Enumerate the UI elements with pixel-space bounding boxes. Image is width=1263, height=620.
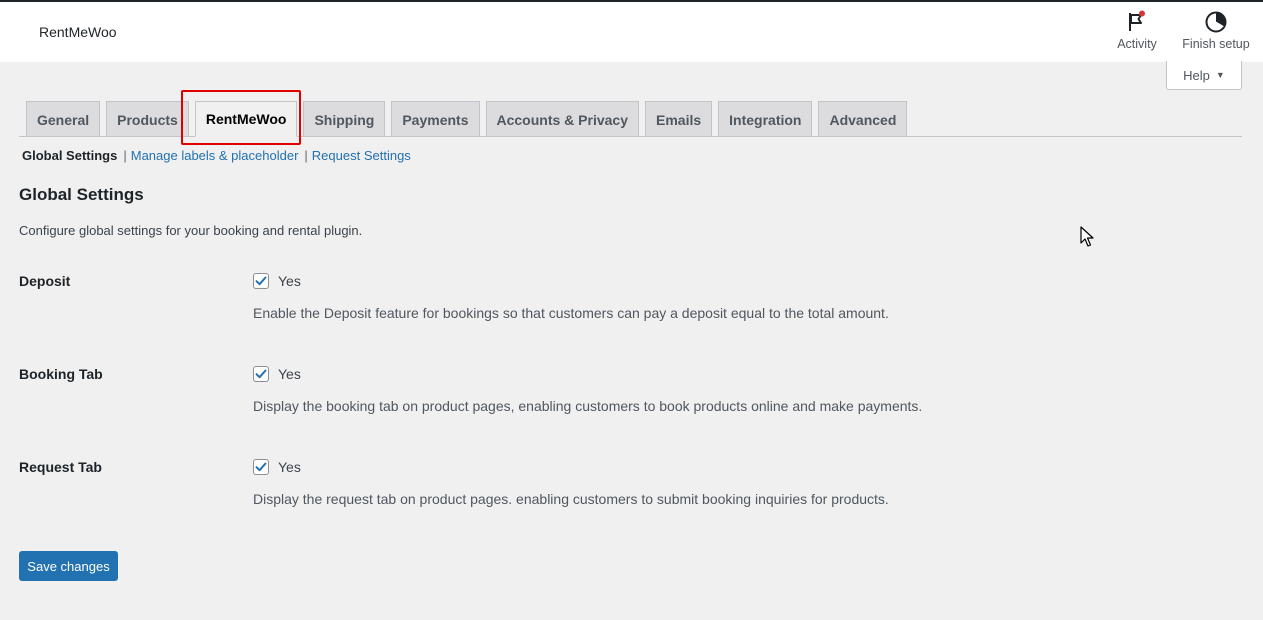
help-label: Help [1183,67,1210,83]
tab-products[interactable]: Products [106,101,189,137]
checkmark-icon [255,462,267,472]
tab-emails[interactable]: Emails [645,101,713,137]
caret-down-icon: ▼ [1215,70,1225,80]
subnav-link-request-settings[interactable]: Request Settings [312,148,411,163]
deposit-label: Deposit [19,273,71,289]
mouse-cursor-icon [1080,226,1094,247]
subnav-link-labels[interactable]: Manage labels & placeholder [131,148,299,163]
activity-label: Activity [1117,37,1157,51]
flag-icon [1129,10,1145,31]
tab-payments[interactable]: Payments [391,101,480,137]
app-title: RentMeWoo [39,24,117,40]
request-tab-checkbox-row: Yes [253,459,301,475]
deposit-description: Enable the Deposit feature for bookings … [253,305,889,321]
tab-general[interactable]: General [26,101,101,137]
request-tab-description: Display the request tab on product pages… [253,491,889,507]
save-changes-button[interactable]: Save changes [19,551,118,581]
section-title: Global Settings [19,185,144,204]
activity-button[interactable]: Activity [1110,10,1164,51]
tab-integration[interactable]: Integration [718,101,813,137]
booking-tab-label: Booking Tab [19,366,103,382]
sub-navigation: Global Settings | Manage labels & placeh… [22,148,411,163]
tab-accounts-privacy[interactable]: Accounts & Privacy [485,101,639,137]
settings-tabs: General Products RentMeWoo Shipping Paym… [26,101,913,137]
subnav-separator: | [123,148,127,163]
tab-shipping[interactable]: Shipping [303,101,386,137]
checkmark-icon [255,276,267,286]
tab-rentmewoo[interactable]: RentMeWoo [194,101,298,137]
deposit-checkbox-label: Yes [278,273,301,289]
progress-circle-icon [1205,11,1227,33]
booking-tab-description: Display the booking tab on product pages… [253,398,923,414]
request-tab-checkbox-label: Yes [278,459,301,475]
request-tab-checkbox[interactable] [253,459,269,475]
finish-setup-label: Finish setup [1182,37,1250,51]
deposit-checkbox[interactable] [253,273,269,289]
help-button[interactable]: Help ▼ [1166,61,1242,90]
subnav-current: Global Settings [22,148,118,163]
header-bar: RentMeWoo Activity Finish setup [0,2,1263,62]
request-tab-label: Request Tab [19,459,102,475]
checkmark-icon [255,369,267,379]
booking-tab-checkbox[interactable] [253,366,269,382]
finish-setup-button[interactable]: Finish setup [1176,10,1256,51]
subnav-separator: | [304,148,308,163]
deposit-checkbox-row: Yes [253,273,301,289]
section-description: Configure global settings for your booki… [19,223,363,238]
tab-advanced[interactable]: Advanced [818,101,908,137]
booking-tab-checkbox-row: Yes [253,366,301,382]
booking-tab-checkbox-label: Yes [278,366,301,382]
